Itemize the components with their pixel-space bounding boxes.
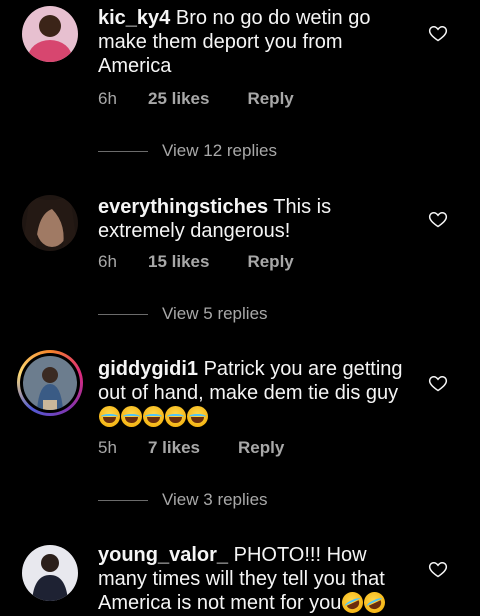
heart-icon[interactable] <box>428 373 448 393</box>
comment-item: giddygidi1 Patrick you are getting out o… <box>0 350 480 520</box>
face-with-tears-of-joy-icon <box>187 406 208 427</box>
avatar <box>23 356 77 410</box>
heart-icon[interactable] <box>428 559 448 579</box>
reply-button[interactable]: Reply <box>247 89 293 109</box>
comment-username[interactable]: everythingstiches <box>98 196 268 218</box>
comment-username[interactable]: giddygidi1 <box>98 358 198 380</box>
divider-line <box>98 499 148 501</box>
divider-line <box>98 313 148 315</box>
face-with-tears-of-joy-icon <box>99 406 120 427</box>
comment-likes[interactable]: 25 likes <box>148 89 209 109</box>
view-replies-button[interactable]: View 5 replies <box>98 304 268 324</box>
face-with-tears-of-joy-icon <box>143 406 164 427</box>
comment-text: young_valor_ PHOTO!!! How many times wil… <box>98 543 418 616</box>
avatar[interactable] <box>22 6 78 62</box>
comment-meta: 6h 25 likes Reply <box>98 89 294 109</box>
comment-time: 5h <box>98 438 117 457</box>
divider-line <box>98 150 148 152</box>
view-replies-button[interactable]: View 3 replies <box>98 490 268 510</box>
comment-item: kic_ky4 Bro no go do wetin go make them … <box>0 0 480 180</box>
avatar[interactable] <box>22 545 78 601</box>
face-with-tears-of-joy-icon <box>165 406 186 427</box>
view-replies-label: View 5 replies <box>162 304 268 323</box>
comment-likes[interactable]: 7 likes <box>148 438 200 458</box>
reply-button[interactable]: Reply <box>247 252 293 272</box>
avatar-with-story-ring[interactable] <box>17 350 83 416</box>
comment-time: 6h <box>98 252 117 271</box>
comment-text: everythingstiches This is extremely dang… <box>98 195 418 243</box>
comment-username[interactable]: kic_ky4 <box>98 7 170 29</box>
rolling-on-the-floor-laughing-icon <box>360 588 389 616</box>
avatar[interactable] <box>22 195 78 251</box>
comment-meta: 5h 7 likes Reply <box>98 438 284 458</box>
comment-meta: 6h 15 likes Reply <box>98 252 294 272</box>
comment-item: young_valor_ PHOTO!!! How many times wil… <box>0 540 480 616</box>
heart-icon[interactable] <box>428 209 448 229</box>
face-with-tears-of-joy-icon <box>121 406 142 427</box>
comment-username[interactable]: young_valor_ <box>98 544 228 566</box>
comment-text: kic_ky4 Bro no go do wetin go make them … <box>98 6 418 78</box>
comment-likes[interactable]: 15 likes <box>148 252 209 272</box>
story-ring-gap <box>20 353 80 413</box>
reply-button[interactable]: Reply <box>238 438 284 458</box>
view-replies-label: View 12 replies <box>162 141 277 160</box>
comment-text: giddygidi1 Patrick you are getting out o… <box>98 357 418 429</box>
comment-item: everythingstiches This is extremely dang… <box>0 190 480 330</box>
comment-time: 6h <box>98 89 117 108</box>
heart-icon[interactable] <box>428 23 448 43</box>
view-replies-label: View 3 replies <box>162 490 268 509</box>
view-replies-button[interactable]: View 12 replies <box>98 141 277 161</box>
